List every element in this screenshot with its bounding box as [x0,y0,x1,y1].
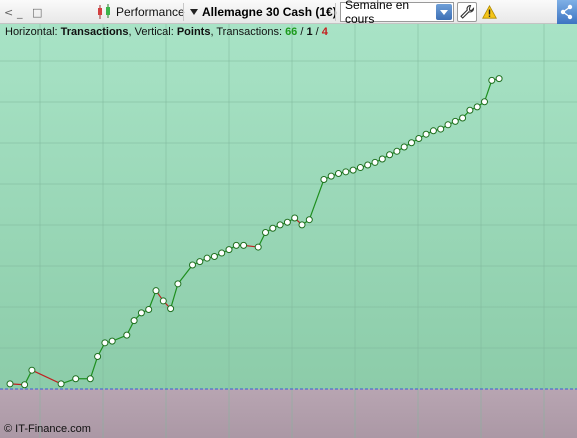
dropdown-arrow-icon[interactable] [436,4,452,20]
trade-point [28,366,36,374]
transactions-losses: 4 [321,26,328,38]
trade-point [283,218,291,226]
trade-point [342,168,350,176]
trade-point [130,317,138,325]
trade-point [437,125,445,133]
performance-chart[interactable] [0,24,577,438]
transactions-label: Transactions: [216,26,282,38]
trade-point [495,75,503,83]
trade-point [203,254,211,262]
trade-point [349,166,357,174]
trade-point [218,249,226,257]
trade-point [488,76,496,84]
trade-point [466,106,474,114]
performance-label[interactable]: Performance [116,0,185,24]
trade-point [167,305,175,313]
settings-button[interactable] [457,2,477,22]
transactions-total: 66 [285,26,298,38]
trade-point [276,221,284,229]
collapse-icon[interactable]: < [4,0,13,24]
trade-point [152,287,160,295]
trade-point [364,161,372,169]
trade-point [101,339,109,347]
period-select[interactable]: Semaine en cours [340,0,454,26]
trade-point [269,224,277,232]
horizontal-value: Transactions [60,26,129,38]
trade-point [240,241,248,249]
trade-point [159,297,167,305]
trade-point [108,337,116,345]
share-icon [560,4,573,20]
toolbar-separator [335,3,336,21]
vertical-value: Points [176,26,211,38]
trade-point [189,261,196,269]
trade-point [210,252,218,260]
trade-point [335,170,342,178]
trade-point [232,241,240,249]
share-button[interactable] [557,0,577,24]
wrench-icon [460,4,475,19]
trade-point [225,246,233,254]
trade-point [408,139,415,147]
trade-point [123,331,131,339]
trade-point [371,158,379,166]
minimize-icon[interactable]: _ [17,0,23,24]
trade-point [57,380,65,388]
trade-point [196,258,204,266]
trade-point [422,130,430,138]
trade-point [459,114,467,122]
trade-point [400,143,408,151]
trade-point [386,151,394,159]
vertical-label: Vertical: [134,26,174,38]
trade-point [327,172,335,180]
trade-point [305,216,313,224]
trade-point [145,305,153,313]
trade-point [174,280,182,288]
slash: / [312,26,322,38]
instrument-title[interactable]: Allemagne 30 Cash (1€) [202,0,337,24]
trade-point [21,381,29,389]
trade-point [291,214,299,222]
candlestick-icon [98,4,110,19]
trade-point [86,375,94,383]
copyright-label: © IT-Finance.com [4,423,91,435]
toolbar: < _ □ Performance Allemagne 30 Cash (1€)… [0,0,577,26]
trade-point [320,176,328,184]
trade-point [72,375,80,383]
period-select-value: Semaine en cours [345,0,410,26]
trade-point [262,229,269,237]
trade-point [481,98,488,106]
trade-point [356,164,364,172]
chart-info-line: Horizontal: Transactions, Vertical: Poin… [5,26,328,38]
trade-point [378,155,386,163]
trade-point [415,134,423,142]
caret-down-icon[interactable] [190,9,198,15]
trade-point [254,243,262,251]
trade-point [473,103,481,111]
toolbar-separator [183,3,184,21]
trade-point [94,353,102,361]
trade-point [298,221,306,229]
trade-point [6,380,14,388]
warning-icon[interactable] [482,5,497,19]
trade-point [393,147,401,155]
trade-point [444,121,452,129]
trade-point [429,127,437,135]
trade-point [451,117,459,125]
trade-point [137,309,145,317]
chart-canvas [0,24,577,438]
restore-icon[interactable]: □ [32,0,42,24]
horizontal-label: Horizontal: [5,26,58,38]
